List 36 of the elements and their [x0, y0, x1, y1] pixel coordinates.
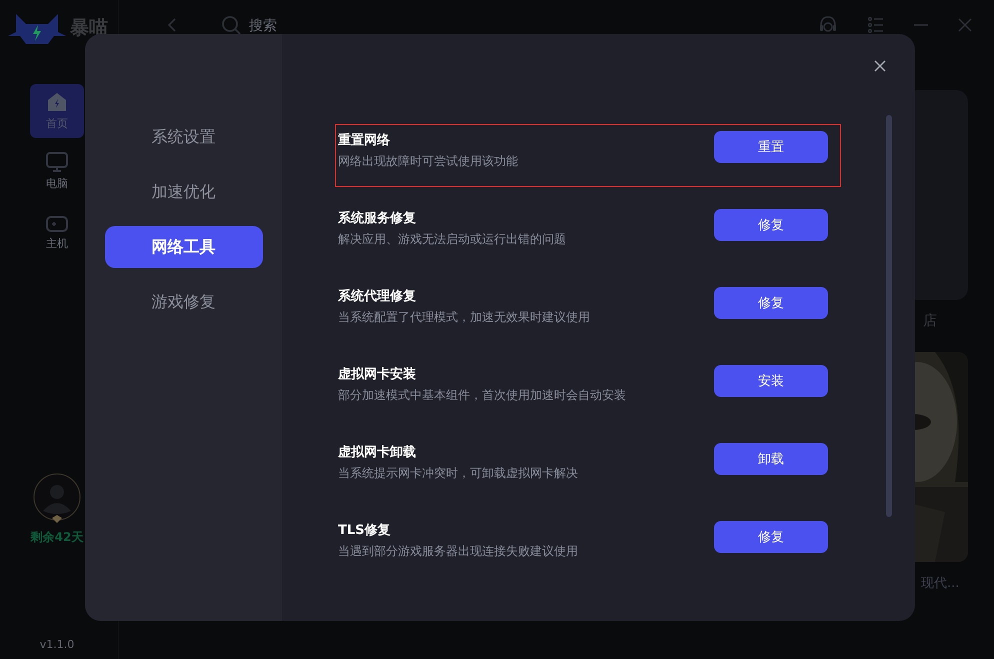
scrollbar[interactable]: [886, 115, 892, 517]
action-button[interactable]: 安装: [714, 365, 828, 397]
avatar-icon: [32, 473, 82, 525]
tool-title: 虚拟网卡安装: [338, 366, 417, 383]
settings-tab[interactable]: 网络工具: [104, 226, 262, 268]
nav-item[interactable]: 电脑: [30, 144, 84, 198]
tool-description: 当系统配置了代理模式，加速无效果时建议使用: [338, 309, 590, 326]
house-icon: [46, 91, 68, 113]
tool-title: TLS修复: [338, 522, 392, 539]
back-icon[interactable]: [167, 17, 177, 33]
nav-item[interactable]: 主机: [30, 204, 84, 258]
tool-description: 部分加速模式中基本组件，首次使用加速时会自动安装: [338, 387, 626, 404]
tool-title: 系统代理修复: [338, 288, 417, 305]
search-field[interactable]: 搜索: [247, 16, 371, 34]
membership-days: 剩余42天: [30, 529, 84, 546]
tool-description: 解决应用、游戏无法启动或运行出错的问题: [338, 231, 566, 248]
monitor-icon: [45, 151, 69, 173]
action-button[interactable]: 修复: [714, 209, 828, 241]
tool-title: 重置网络: [338, 132, 391, 149]
settings-tab[interactable]: 系统设置: [104, 116, 262, 158]
action-button[interactable]: 修复: [714, 521, 828, 553]
list-icon[interactable]: [868, 16, 884, 34]
tool-title: 虚拟网卡卸载: [338, 444, 417, 461]
action-button[interactable]: 重置: [714, 131, 828, 163]
action-button[interactable]: 修复: [714, 287, 828, 319]
tool-title: 系统服务修复: [338, 210, 417, 227]
close-icon[interactable]: [874, 60, 886, 72]
version-label: v1.1.0: [40, 638, 74, 651]
game-title: 现代...: [920, 575, 960, 592]
settings-tab[interactable]: 游戏修复: [104, 281, 262, 323]
tool-description: 当系统提示网卡冲突时，可卸载虚拟网卡解决: [338, 465, 578, 482]
action-button[interactable]: 卸载: [714, 443, 828, 475]
tool-description: 网络出现故障时可尝试使用该功能: [338, 153, 518, 170]
tool-description: 当遇到部分游戏服务器出现连接失败建议使用: [338, 543, 578, 560]
minimize-icon[interactable]: [914, 24, 928, 26]
settings-tab[interactable]: 加速优化: [104, 171, 262, 213]
